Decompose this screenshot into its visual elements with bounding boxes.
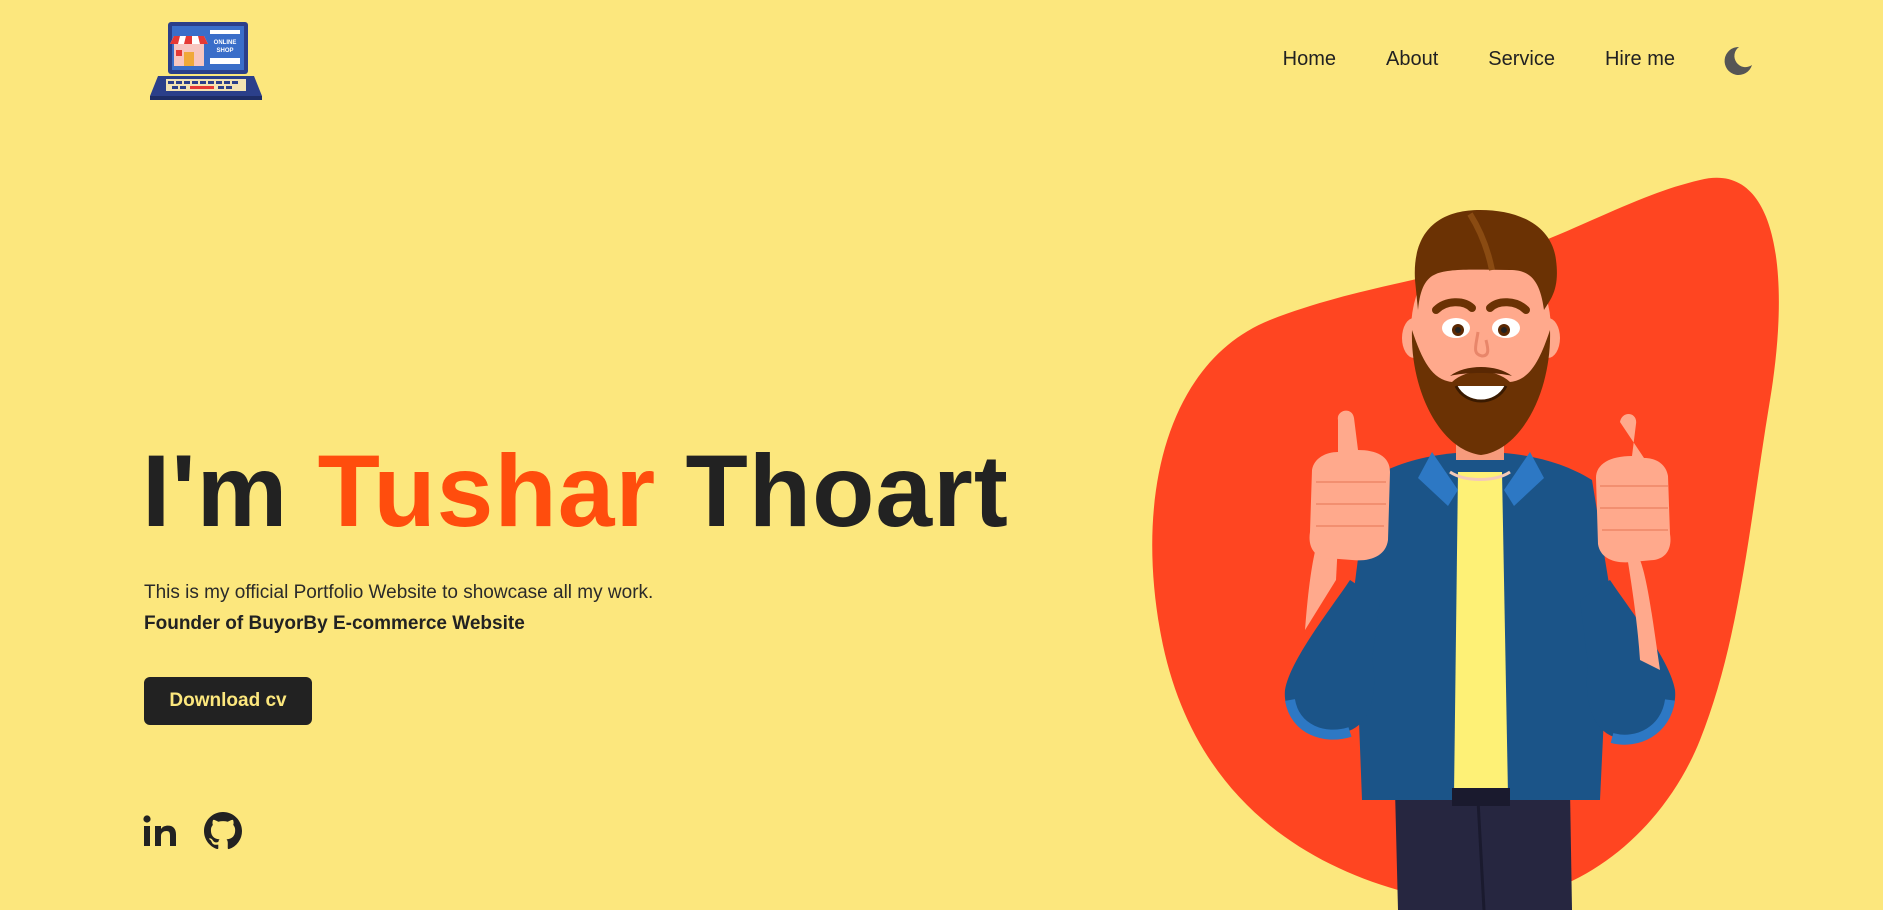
- moon-icon[interactable]: [1719, 43, 1755, 79]
- nav-about[interactable]: About: [1386, 48, 1438, 71]
- hero-title-prefix: I'm: [142, 434, 318, 548]
- hero-title: I'm Tushar Thoart: [142, 440, 1009, 542]
- nav-service[interactable]: Service: [1488, 48, 1555, 71]
- nav-hire-me[interactable]: Hire me: [1605, 48, 1675, 71]
- online-shop-logo[interactable]: ONLINE SHOP: [148, 20, 264, 102]
- github-link[interactable]: [204, 812, 242, 855]
- linkedin-link[interactable]: [142, 813, 178, 854]
- svg-text:SHOP: SHOP: [216, 48, 233, 54]
- hero-founder-text: Founder of BuyorBy E-commerce Website: [144, 613, 525, 634]
- hero-title-suffix: Thoart: [656, 434, 1009, 548]
- github-icon: [204, 812, 242, 850]
- svg-text:ONLINE: ONLINE: [214, 40, 237, 46]
- nav-home[interactable]: Home: [1283, 48, 1336, 71]
- main-nav: Home About Service Hire me: [1283, 48, 1675, 71]
- download-cv-button[interactable]: Download cv: [144, 677, 312, 725]
- linkedin-icon: [143, 815, 176, 846]
- portfolio-page: ONLINE SHOP Home About Service Hire me I…: [0, 0, 1883, 910]
- hero-illustration: [1152, 177, 1779, 910]
- hero-title-accent: Tushar: [317, 434, 657, 548]
- hero-description: This is my official Portfolio Website to…: [144, 582, 654, 603]
- social-links: [142, 812, 268, 855]
